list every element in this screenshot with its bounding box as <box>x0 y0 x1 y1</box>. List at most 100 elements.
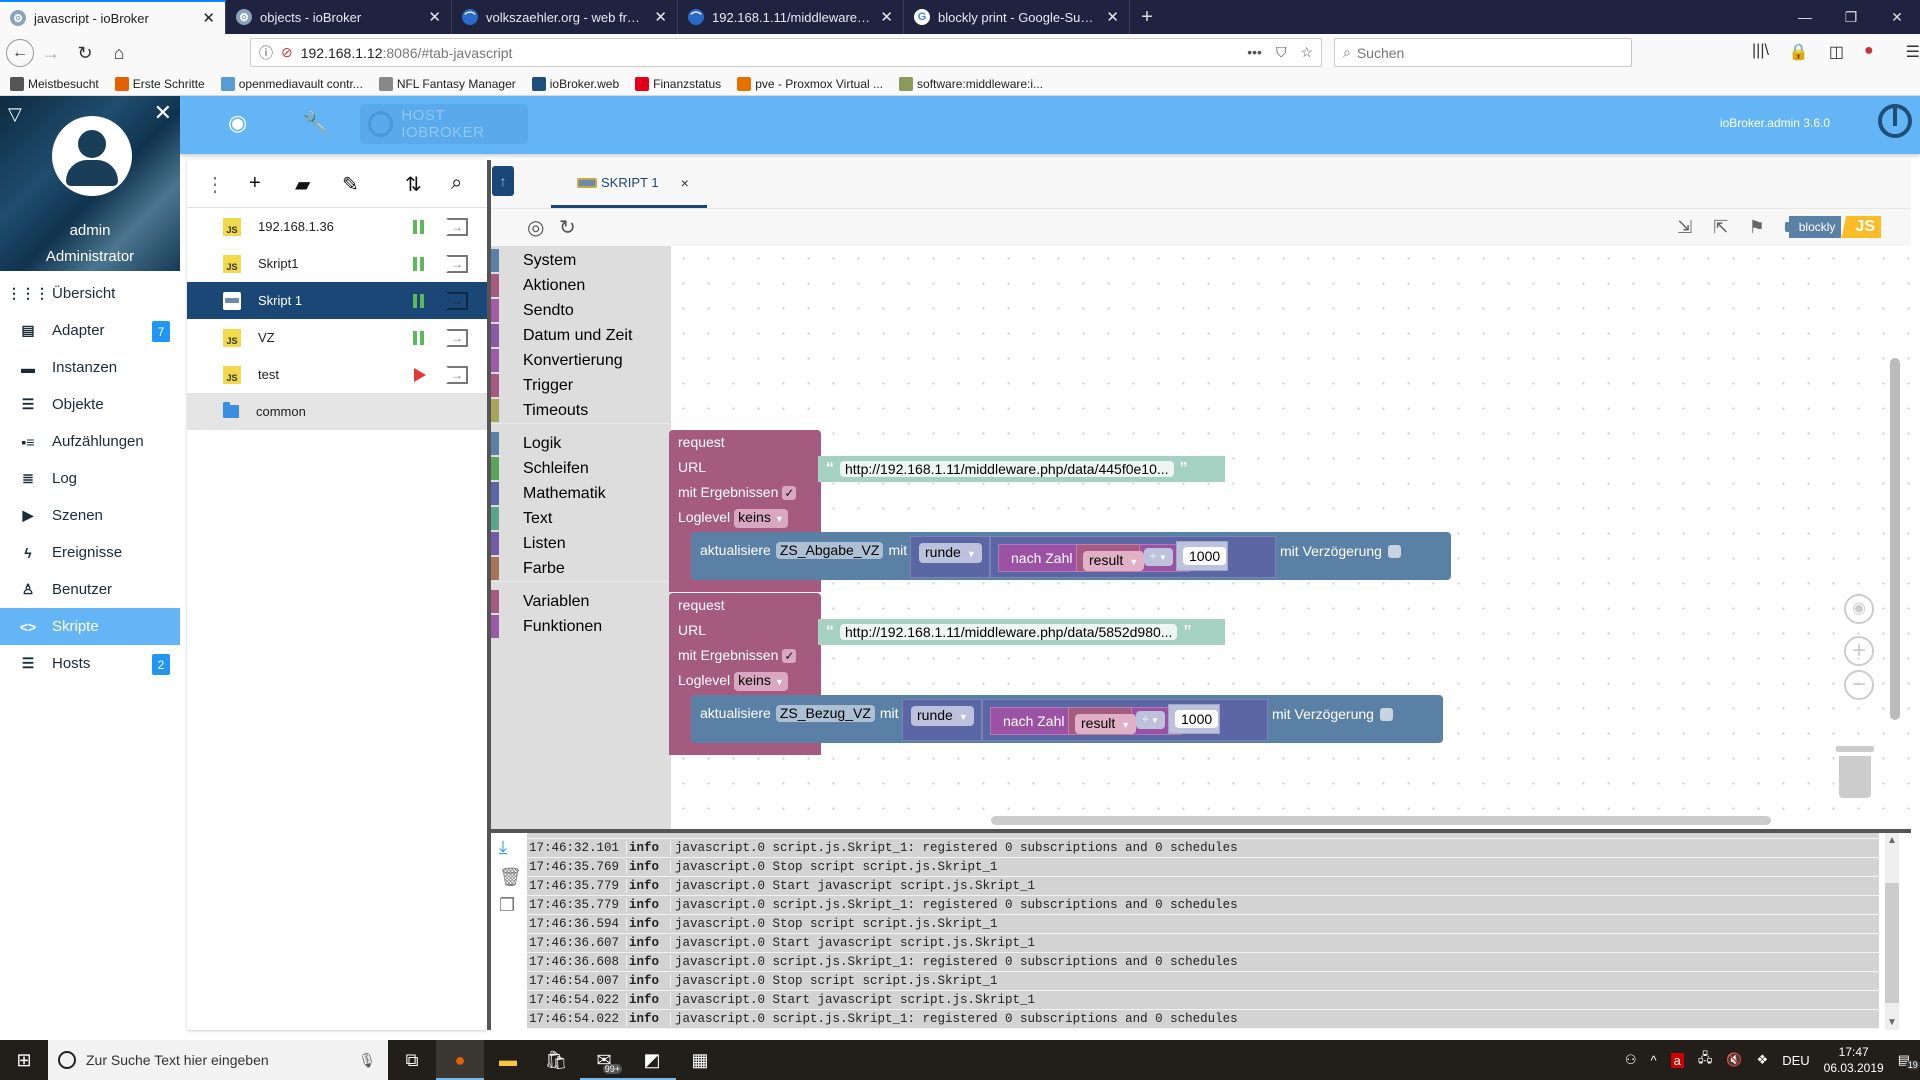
host-button[interactable]: HOST IOBROKER <box>360 104 528 144</box>
round-block[interactable]: runde ▼ <box>910 536 990 578</box>
bookmark-item[interactable]: Meistbesucht <box>10 76 99 91</box>
eye-icon[interactable]: ◉ <box>228 110 247 136</box>
sidebar-item-bersicht[interactable]: ⋮⋮⋮ Übersicht <box>0 275 180 312</box>
close-tab-icon[interactable]: ✕ <box>202 9 215 27</box>
home-button[interactable]: ⌂ <box>102 36 136 70</box>
export-icon[interactable]: → <box>446 292 468 310</box>
toolbox-category-timeouts[interactable]: Timeouts <box>491 398 671 423</box>
toolbox-category-text[interactable]: Text <box>491 506 671 531</box>
close-sidebar-icon[interactable]: ✕ <box>154 100 172 126</box>
sidebar-item-adapter[interactable]: ▤ Adapter 7 <box>0 312 180 349</box>
locate-icon[interactable]: ◎ <box>527 215 544 240</box>
windows-start-icon[interactable]: ⊞ <box>0 1040 48 1080</box>
menu-icon[interactable]: ☰ <box>1906 42 1920 62</box>
toolbox-category-mathematik[interactable]: Mathematik <box>491 481 671 506</box>
sidebar-item-skripte[interactable]: <> Skripte <box>0 608 180 645</box>
info-icon[interactable]: ⓘ <box>259 43 273 63</box>
refresh-icon[interactable]: ↻ <box>559 215 576 240</box>
bookmark-star-icon[interactable]: ☆ <box>1300 44 1313 61</box>
forward-button[interactable]: → <box>34 36 68 70</box>
toolbox-category-schleifen[interactable]: Schleifen <box>491 456 671 481</box>
clear-log-icon[interactable]: 🗑 <box>499 867 522 888</box>
target-state-field[interactable]: ZS_Bezug_VZ <box>775 705 875 722</box>
sidebar-item-benutzer[interactable]: ♙ Benutzer <box>0 571 180 608</box>
import-blocks-icon[interactable]: ⇱ <box>1709 215 1733 239</box>
collapse-up-button[interactable]: ↑ <box>492 166 514 196</box>
loglevel-dropdown[interactable]: keins ▼ <box>734 509 788 528</box>
dropdown-triangle-icon[interactable]: ▽ <box>8 104 22 125</box>
export-icon[interactable]: → <box>446 366 468 384</box>
wrench-icon[interactable]: 🔧 <box>302 110 329 136</box>
number-value[interactable]: 1000 <box>1175 710 1219 728</box>
network-icon[interactable]: 🖧 <box>1698 1049 1713 1071</box>
operator-dropdown[interactable]: ÷ ▼ <box>1144 548 1173 566</box>
url-value[interactable]: http://192.168.1.11/middleware.php/data/… <box>840 461 1174 477</box>
close-tab-icon[interactable]: ✕ <box>428 8 441 26</box>
center-workspace-icon[interactable]: ◉ <box>1844 594 1874 624</box>
notifications-icon[interactable]: ▤ 19 <box>1898 1052 1920 1070</box>
export-icon[interactable]: → <box>446 255 468 273</box>
toolbox-category-aktionen[interactable]: Aktionen <box>491 273 671 298</box>
taskbar-search[interactable]: Zur Suche Text hier eingeben 🎙 <box>48 1040 388 1080</box>
library-icon[interactable]: |||\ <box>1752 42 1769 62</box>
result-variable-block[interactable]: result ▼ <box>1068 707 1137 735</box>
sidebar-icon[interactable]: ◫ <box>1829 42 1844 62</box>
sidebar-item-ereignisse[interactable]: ϟ Ereignisse <box>0 534 180 571</box>
workspace-horizontal-scrollbar[interactable] <box>991 816 1771 825</box>
store-icon[interactable]: 🛍 <box>532 1040 580 1080</box>
close-tab-icon[interactable]: ✕ <box>1106 8 1119 26</box>
sidebar-item-szenen[interactable]: ▶ Szenen <box>0 497 180 534</box>
bookmark-item[interactable]: software:middleware:i... <box>899 76 1043 91</box>
sidebar-item-aufzhlungen[interactable]: ▪≡ Aufzählungen <box>0 423 180 460</box>
blockly-js-toggle[interactable]: blockly JS <box>1784 216 1881 238</box>
pause-icon[interactable] <box>413 257 425 271</box>
url-bar[interactable]: ⓘ ⊘ 192.168.1.12:8086/#tab-javascript ••… <box>250 38 1322 67</box>
toolbox-category-logik[interactable]: Logik <box>491 431 671 456</box>
variable-dropdown[interactable]: result ▼ <box>1075 714 1137 734</box>
toolbox-category-trigger[interactable]: Trigger <box>491 373 671 398</box>
bookmark-item[interactable]: openmediavault contr... <box>220 76 363 91</box>
export-icon[interactable]: → <box>446 218 468 236</box>
scroll-down-icon[interactable]: ▼ <box>1887 1017 1897 1028</box>
more-vert-icon[interactable]: ⋮ <box>205 172 225 197</box>
scroll-to-bottom-icon[interactable]: ⤓ <box>499 837 507 858</box>
restore-button[interactable]: ❐ <box>1828 0 1874 34</box>
sort-icon[interactable]: ⇅ <box>405 172 422 197</box>
zoom-out-icon[interactable]: − <box>1844 670 1874 700</box>
close-tab-icon[interactable]: ✕ <box>880 8 893 26</box>
browser-tab[interactable]: ⚙ javascript - ioBroker ✕ <box>0 0 226 34</box>
close-tab-icon[interactable]: × <box>681 175 689 191</box>
url-string-block[interactable]: “ http://192.168.1.11/middleware.php/data… <box>818 456 1225 482</box>
checkered-flag-icon[interactable]: ⚑ <box>1745 215 1769 239</box>
sidebar-item-instanzen[interactable]: ▬ Instanzen <box>0 349 180 386</box>
loglevel-dropdown[interactable]: keins ▼ <box>734 672 788 691</box>
app-icon-2[interactable]: ▦ <box>676 1040 724 1080</box>
sidebar-item-log[interactable]: ≣ Log <box>0 460 180 497</box>
scroll-up-icon[interactable]: ▲ <box>1887 835 1897 846</box>
new-tab-button[interactable]: + <box>1130 0 1164 34</box>
sidebar-item-hosts[interactable]: ☰ Hosts 2 <box>0 645 180 682</box>
delay-checkbox[interactable] <box>1379 708 1393 721</box>
tab-skript-1[interactable]: SKRIPT 1 × <box>551 160 707 208</box>
workspace-vertical-scrollbar[interactable] <box>1890 358 1900 720</box>
add-folder-icon[interactable]: ▰ <box>295 172 310 197</box>
show-hidden-icons[interactable]: ^ <box>1651 1053 1657 1068</box>
operator-dropdown[interactable]: ÷ ▼ <box>1136 711 1165 729</box>
bookmark-item[interactable]: pve - Proxmox Virtual ... <box>737 76 883 91</box>
microphone-icon[interactable]: 🎙 <box>358 1052 376 1069</box>
reload-button[interactable]: ↻ <box>68 36 102 70</box>
people-icon[interactable]: ⚇ <box>1625 1052 1637 1068</box>
volume-muted-icon[interactable]: 🔇 <box>1726 1052 1742 1068</box>
export-blocks-icon[interactable]: ⇲ <box>1673 215 1697 239</box>
variable-dropdown[interactable]: result ▼ <box>1083 551 1145 571</box>
extension-icon[interactable]: ● <box>1864 42 1874 62</box>
browser-tab[interactable]: ⌒ 192.168.1.11/middleware.php/d ✕ <box>678 0 904 34</box>
toolbox-category-system[interactable]: System <box>491 248 671 273</box>
bookmark-item[interactable]: ioBroker.web <box>531 76 619 91</box>
toolbox-category-sendto[interactable]: Sendto <box>491 298 671 323</box>
number-value[interactable]: 1000 <box>1183 547 1227 565</box>
delay-checkbox[interactable] <box>1387 545 1401 558</box>
clock[interactable]: 17:47 06.03.2019 <box>1824 1044 1884 1076</box>
script-item[interactable]: JS 192.168.1.36 → <box>187 208 487 245</box>
log-scrollbar[interactable]: ▲ ▼ <box>1885 833 1899 1030</box>
